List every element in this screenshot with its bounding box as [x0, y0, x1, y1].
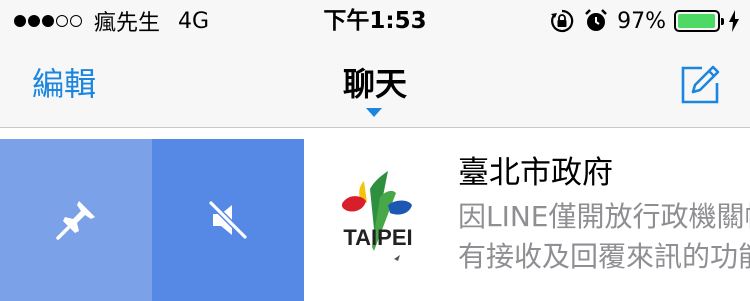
avatar-logo-text: TAIPEI	[343, 225, 412, 250]
avatar: TAIPEI	[330, 161, 426, 281]
navigation-bar: 編輯 聊天	[0, 40, 750, 128]
chat-name: 臺北市政府	[458, 155, 613, 191]
pin-icon	[56, 201, 95, 240]
charging-bolt-icon	[729, 10, 739, 32]
alarm-icon	[585, 9, 607, 31]
chat-preview: 因LINE僅開放行政機關帳 有接收及回覆來訊的功能	[458, 197, 750, 277]
status-right: 97%	[549, 8, 740, 34]
battery-percentage: 97%	[617, 8, 666, 34]
battery-tip	[721, 18, 724, 25]
mute-icon	[208, 200, 248, 240]
compose-icon[interactable]	[678, 63, 722, 107]
taipei-logo-icon: TAIPEI	[341, 171, 413, 261]
mute-button[interactable]	[152, 139, 304, 301]
chat-preview-line-2: 有接收及回覆來訊的功能	[458, 240, 750, 273]
battery-icon	[674, 10, 724, 32]
chat-item-taipei[interactable]: TAIPEI 臺北市政府 因LINE僅開放行政機關帳 有接收及回覆來訊的功能	[304, 139, 750, 301]
chat-list-row: TAIPEI 臺北市政府 因LINE僅開放行政機關帳 有接收及回覆來訊的功能	[0, 139, 750, 301]
title-dropdown-icon[interactable]	[366, 108, 382, 117]
rotation-lock-icon	[551, 9, 574, 33]
battery-level-fill	[678, 14, 715, 28]
page-title[interactable]: 聊天	[0, 62, 750, 106]
chat-preview-line-1: 因LINE僅開放行政機關帳	[458, 200, 750, 233]
pin-button[interactable]	[0, 139, 152, 301]
status-bar: 瘋先生 4G 下午1:53 97%	[0, 0, 750, 40]
